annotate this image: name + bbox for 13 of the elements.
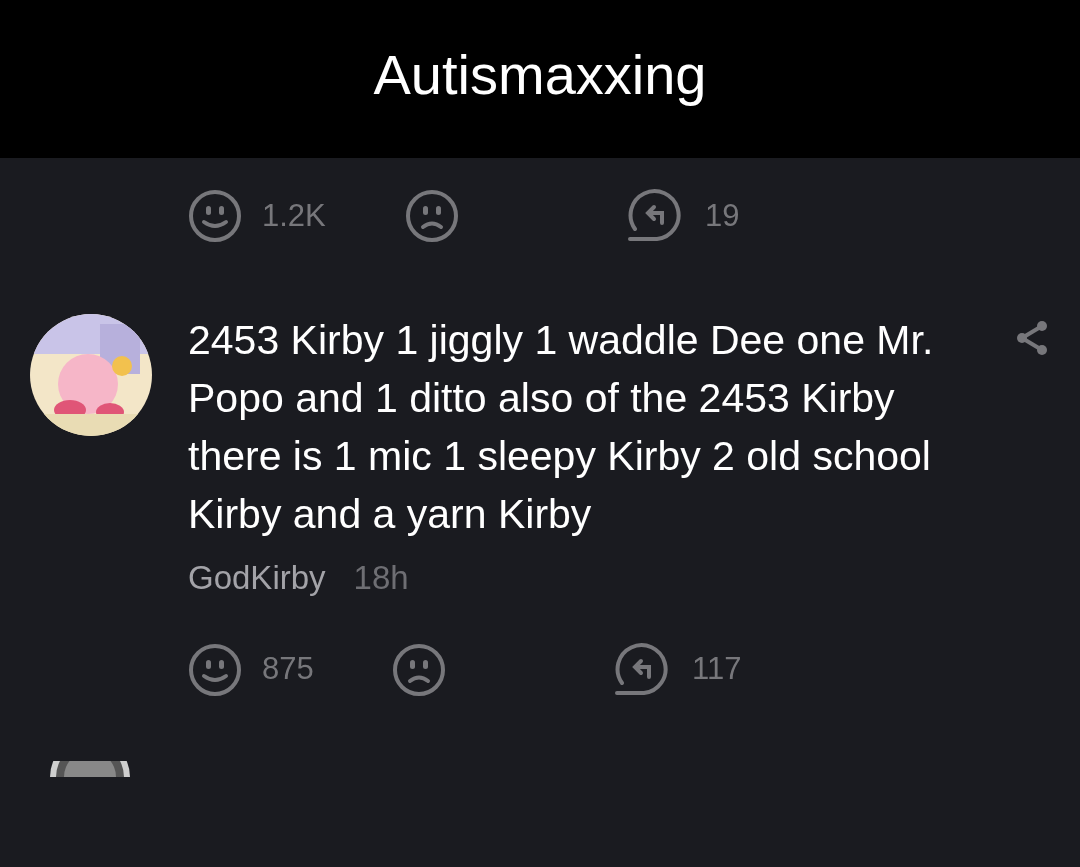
- reply-count: 19: [705, 196, 740, 235]
- frown-icon[interactable]: [405, 189, 459, 243]
- comment-author[interactable]: GodKirby: [188, 553, 326, 603]
- frown-icon[interactable]: [392, 642, 446, 697]
- post-title: Autismaxxing: [373, 47, 707, 108]
- like-count: 1.2K: [262, 196, 327, 235]
- comment-time: 18h: [353, 558, 409, 598]
- comment-text: 2453 Kirby 1 jiggly 1 waddle Dee one Mr. Popo and 1 ditto also of the 2453 Kirby there is 1 mic 1 sleepy Kirby 2 old school Kirby and a yarn Kirby: [188, 316, 935, 539]
- smiley-icon[interactable]: [188, 189, 242, 243]
- smiley-icon[interactable]: [188, 642, 242, 697]
- share-icon[interactable]: [1014, 319, 1050, 357]
- like-count: 875: [262, 650, 315, 689]
- reply-count: 117: [692, 650, 742, 689]
